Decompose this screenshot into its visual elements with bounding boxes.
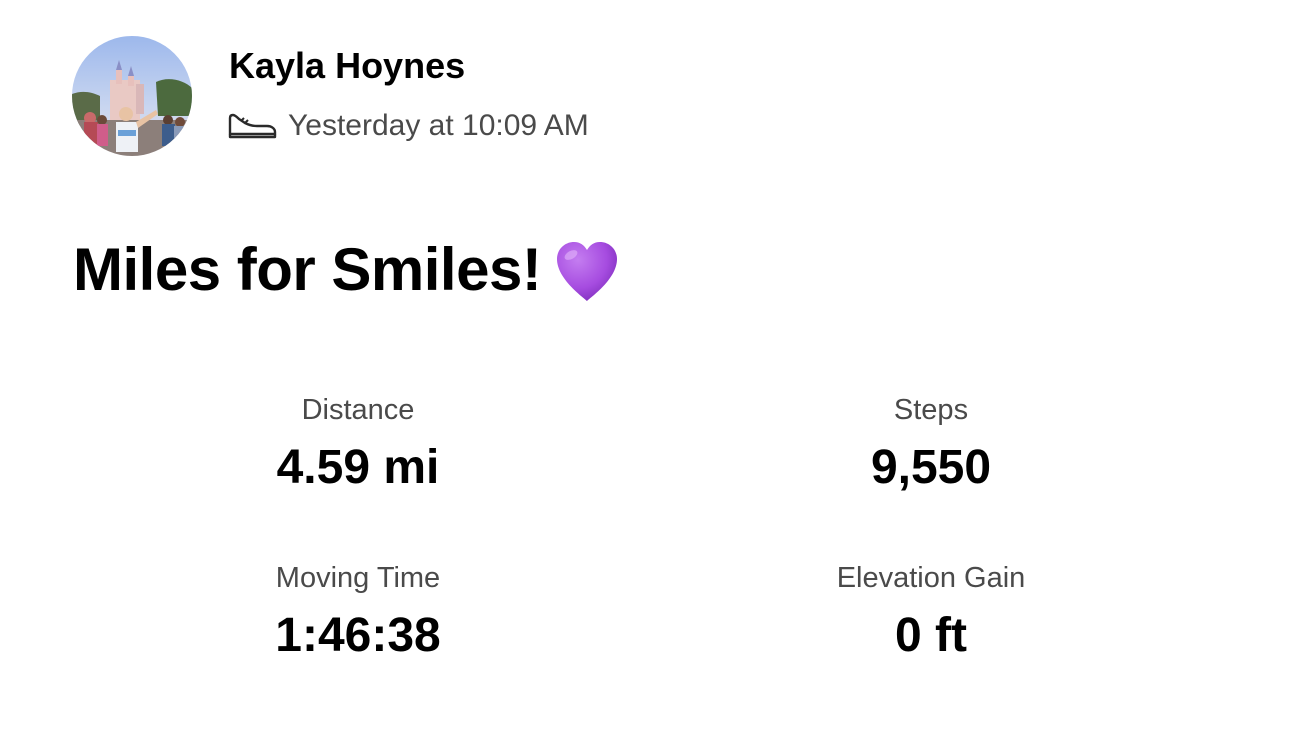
stat-label: Distance (301, 394, 415, 426)
stat-value: 4.59 mi (276, 441, 440, 494)
activity-title-text: Miles for Smiles! (73, 236, 542, 303)
stat-label: Steps (893, 394, 969, 426)
stat-label: Elevation Gain (836, 562, 1026, 594)
stat-distance: Distance 4.59 mi (168, 390, 548, 496)
stat-steps: Steps 9,550 (741, 390, 1121, 496)
stat-value: 1:46:38 (275, 609, 441, 662)
stat-label: Moving Time (275, 562, 441, 594)
purple-heart-icon (557, 242, 618, 301)
activity-timestamp: Yesterday at 10:09 AM (288, 109, 589, 142)
avatar-photo (72, 36, 192, 156)
athlete-name[interactable]: Kayla Hoynes (229, 44, 465, 88)
stat-value: 0 ft (895, 609, 967, 662)
stat-elevation-gain: Elevation Gain 0 ft (741, 558, 1121, 664)
stat-moving-time: Moving Time 1:46:38 (168, 558, 548, 664)
avatar[interactable] (72, 36, 192, 156)
activity-title[interactable]: Miles for Smiles! (73, 234, 621, 306)
stat-value: 9,550 (870, 441, 992, 494)
activity-meta: Yesterday at 10:09 AM (227, 104, 589, 148)
shoe-icon (228, 113, 277, 139)
